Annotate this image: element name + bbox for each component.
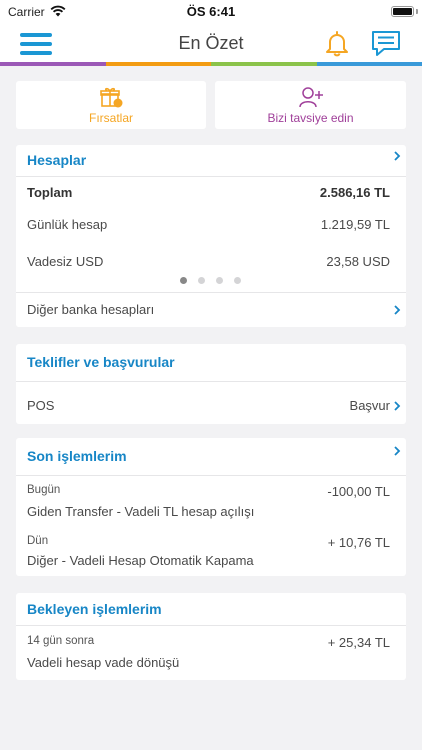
gift-icon [100, 87, 123, 108]
transaction-amount: -100,00 TL [327, 484, 390, 499]
page-dot[interactable] [234, 277, 241, 284]
account-row-label[interactable]: Vadesiz USD [27, 254, 103, 269]
chevron-right-icon [394, 305, 401, 315]
pending-amount: + 25,34 TL [327, 635, 390, 650]
chat-bubble-icon[interactable] [370, 28, 402, 58]
status-bar: Carrier ÖS 6:41 [0, 0, 422, 24]
stripe-segment [0, 62, 106, 66]
divider [16, 475, 406, 476]
offers-card: Teklifler ve başvurular POS Başvur [16, 344, 406, 424]
other-banks-label: Diğer banka hesapları [27, 302, 155, 317]
account-row-value[interactable]: 1.219,59 TL [321, 217, 390, 232]
page-dot[interactable] [198, 277, 205, 284]
transaction-description[interactable]: Diğer - Vadeli Hesap Otomatik Kapama [27, 553, 254, 568]
opportunities-label: Fırsatlar [88, 111, 133, 125]
page-dot[interactable] [180, 277, 187, 284]
transactions-header[interactable]: Son işlemlerim [16, 438, 406, 468]
pending-card: Bekleyen işlemlerim 14 gün sonra Vadeli … [16, 593, 406, 680]
chevron-right-icon[interactable] [392, 446, 402, 456]
divider [16, 625, 406, 626]
refer-us-label: Bizi tavsiye edin [267, 111, 354, 125]
divider [16, 381, 406, 382]
pending-header: Bekleyen işlemlerim [16, 593, 406, 623]
offers-title: Teklifler ve başvurular [27, 354, 175, 370]
battery-icon [391, 6, 414, 17]
accounts-header[interactable]: Hesaplar [16, 145, 406, 175]
apply-button[interactable]: Başvur [350, 398, 390, 413]
transactions-title: Son işlemlerim [27, 448, 127, 464]
transaction-date: Dün [27, 535, 49, 547]
stripe-segment [316, 62, 422, 66]
page-dot[interactable] [216, 277, 223, 284]
chevron-right-icon[interactable] [392, 401, 402, 411]
transaction-description[interactable]: Giden Transfer - Vadeli TL hesap açılışı [27, 504, 254, 519]
transaction-amount: + 10,76 TL [327, 535, 390, 550]
pending-when: 14 gün sonra [27, 635, 95, 647]
stripe-segment [105, 62, 211, 66]
account-row-value[interactable]: 23,58 USD [326, 254, 390, 269]
accounts-title: Hesaplar [27, 152, 87, 168]
offers-header: Teklifler ve başvurular [16, 344, 406, 374]
color-stripe [0, 62, 422, 66]
chevron-right-icon[interactable] [392, 151, 402, 161]
battery-tip [416, 9, 418, 14]
divider [16, 176, 406, 177]
stripe-segment [211, 62, 317, 66]
pending-description[interactable]: Vadeli hesap vade dönüşü [27, 655, 179, 670]
account-row-label[interactable]: Günlük hesap [27, 217, 107, 232]
other-banks-row[interactable]: Diğer banka hesapları [16, 292, 406, 327]
refer-us-tile[interactable]: Bizi tavsiye edin [215, 81, 406, 129]
opportunities-tile[interactable]: Fırsatlar [16, 81, 206, 129]
transaction-date: Bugün [27, 484, 61, 496]
transactions-card: Son işlemlerim Bugün Giden Transfer - Va… [16, 438, 406, 576]
pos-label: POS [27, 398, 55, 413]
status-time: ÖS 6:41 [186, 4, 236, 19]
nav-bar: En Özet [0, 24, 422, 62]
page-title: En Özet [178, 33, 244, 53]
add-person-icon [298, 87, 323, 108]
total-label: Toplam [27, 185, 73, 200]
bell-icon[interactable] [322, 28, 352, 58]
pending-title: Bekleyen işlemlerim [27, 601, 162, 617]
total-value: 2.586,16 TL [319, 185, 390, 200]
